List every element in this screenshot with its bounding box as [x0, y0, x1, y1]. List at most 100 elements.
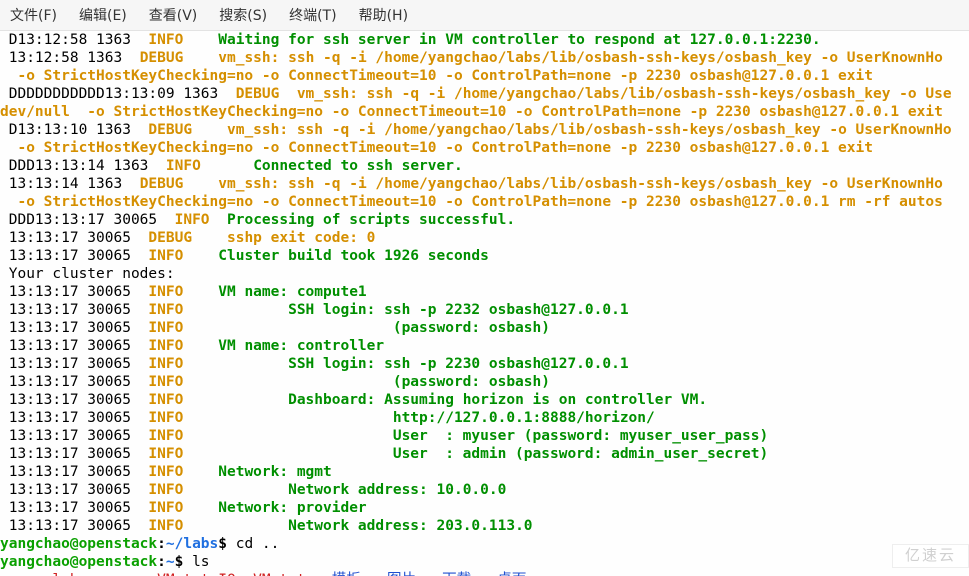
log-message: Network address: 203.0.113.0: [288, 518, 532, 534]
log-message: -o StrictHostKeyChecking=no -o ConnectTi…: [0, 140, 873, 156]
terminal-line: 13:13:17 30065 INFO Cluster build took 1…: [0, 247, 969, 265]
terminal-line: 13:13:17 30065 INFO SSH login: ssh -p 22…: [0, 355, 969, 373]
log-level: DEBUG: [140, 176, 184, 192]
terminal-line: DDDDDDDDDDD13:13:09 1363 DEBUG vm_ssh: s…: [0, 85, 969, 103]
terminal-line: D13:13:10 1363 DEBUG vm_ssh: ssh -q -i /…: [0, 121, 969, 139]
terminal-line: 13:13:17 30065 INFO VM name: compute1: [0, 283, 969, 301]
prompt-line[interactable]: yangchao@openstack:~$ ls: [0, 553, 969, 571]
terminal-line: 13:13:17 30065 INFO (password: osbash): [0, 373, 969, 391]
terminal-line: DDD13:13:14 1363 INFO Connected to ssh s…: [0, 157, 969, 175]
log-level: INFO: [148, 428, 183, 444]
terminal-line: 13:13:17 30065 INFO VM name: controller: [0, 337, 969, 355]
terminal-line: 13:13:17 30065 INFO Dashboard: Assuming …: [0, 391, 969, 409]
log-message: User : admin (password: admin_user_secre…: [393, 446, 768, 462]
menu-file[interactable]: 文件(F): [10, 7, 57, 25]
prompt-dollar: $: [218, 536, 235, 552]
log-level: INFO: [148, 284, 183, 300]
ls-output-line: labs VMstat-IO VMstat 模板 图片 下载 桌面: [0, 571, 969, 576]
log-level: INFO: [148, 374, 183, 390]
log-level: DEBUG: [148, 230, 192, 246]
terminal-line: D13:12:58 1363 INFO Waiting for ssh serv…: [0, 31, 969, 49]
log-level: INFO: [175, 212, 210, 228]
log-level: INFO: [148, 482, 183, 498]
prompt-sep: :: [157, 536, 166, 552]
menu-edit[interactable]: 编辑(E): [79, 7, 127, 25]
log-level: INFO: [148, 302, 183, 318]
terminal-line: 13:13:17 30065 INFO Network: provider: [0, 499, 969, 517]
log-level: INFO: [148, 464, 183, 480]
log-message: (password: osbash): [393, 374, 550, 390]
log-message: VM name: compute1: [218, 284, 366, 300]
terminal-line: 13:13:17 30065 INFO User : admin (passwo…: [0, 445, 969, 463]
terminal-line: -o StrictHostKeyChecking=no -o ConnectTi…: [0, 139, 969, 157]
terminal-line: DDD13:13:17 30065 INFO Processing of scr…: [0, 211, 969, 229]
prompt-cmd: ls: [192, 554, 209, 570]
log-message: dev/null -o StrictHostKeyChecking=no -o …: [0, 104, 943, 120]
log-message: Network address: 10.0.0.0: [288, 482, 506, 498]
log-message: vm_ssh: ssh -q -i /home/yangchao/labs/li…: [218, 176, 943, 192]
log-message: VM name: controller: [218, 338, 384, 354]
log-level: INFO: [148, 320, 183, 336]
log-message: vm_ssh: ssh -q -i /home/yangchao/labs/li…: [227, 122, 952, 138]
log-message: sshp exit code: 0: [227, 230, 375, 246]
terminal-line: 13:13:14 1363 DEBUG vm_ssh: ssh -q -i /h…: [0, 175, 969, 193]
log-message: Network: mgmt: [218, 464, 332, 480]
log-message: Network: provider: [218, 500, 366, 516]
log-message: (password: osbash): [393, 320, 550, 336]
log-message: Dashboard: Assuming horizon is on contro…: [288, 392, 707, 408]
log-level: INFO: [148, 356, 183, 372]
log-level: DEBUG: [236, 86, 280, 102]
terminal-line: 13:13:17 30065 INFO Network address: 203…: [0, 517, 969, 535]
log-level: INFO: [148, 248, 183, 264]
terminal-line: Your cluster nodes:: [0, 265, 969, 283]
log-level: INFO: [148, 32, 183, 48]
log-message: vm_ssh: ssh -q -i /home/yangchao/labs/li…: [218, 50, 943, 66]
log-message: SSH login: ssh -p 2230 osbash@127.0.0.1: [288, 356, 628, 372]
log-level: INFO: [148, 392, 183, 408]
log-level: INFO: [148, 338, 183, 354]
log-message: -o StrictHostKeyChecking=no -o ConnectTi…: [0, 194, 943, 210]
menu-terminal[interactable]: 终端(T): [289, 7, 336, 25]
log-level: DEBUG: [140, 50, 184, 66]
log-message: Cluster build took 1926 seconds: [218, 248, 489, 264]
menubar: 文件(F) 编辑(E) 查看(V) 搜索(S) 终端(T) 帮助(H): [0, 0, 969, 31]
log-level: INFO: [148, 500, 183, 516]
terminal-line: 13:13:17 30065 INFO (password: osbash): [0, 319, 969, 337]
terminal-line: 13:12:58 1363 DEBUG vm_ssh: ssh -q -i /h…: [0, 49, 969, 67]
log-message: http://127.0.0.1:8888/horizon/: [393, 410, 655, 426]
log-message: -o StrictHostKeyChecking=no -o ConnectTi…: [0, 68, 873, 84]
prompt-sep: :: [157, 554, 166, 570]
log-message: Connected to ssh server.: [253, 158, 463, 174]
log-level: INFO: [148, 446, 183, 462]
log-message: Waiting for ssh server in VM controller …: [218, 32, 820, 48]
menu-help[interactable]: 帮助(H): [359, 7, 408, 25]
watermark: 亿速云: [892, 544, 969, 568]
terminal-output[interactable]: D13:12:58 1363 INFO Waiting for ssh serv…: [0, 31, 969, 576]
log-level: INFO: [148, 518, 183, 534]
prompt-path: ~/labs: [166, 536, 218, 552]
terminal-line: dev/null -o StrictHostKeyChecking=no -o …: [0, 103, 969, 121]
terminal-line: 13:13:17 30065 INFO Network address: 10.…: [0, 481, 969, 499]
terminal-line: 13:13:17 30065 INFO Network: mgmt: [0, 463, 969, 481]
log-level: DEBUG: [148, 122, 192, 138]
log-message: Processing of scripts successful.: [227, 212, 515, 228]
log-message: SSH login: ssh -p 2232 osbash@127.0.0.1: [288, 302, 628, 318]
prompt-path: ~: [166, 554, 175, 570]
terminal-line: 13:13:17 30065 DEBUG sshp exit code: 0: [0, 229, 969, 247]
terminal-line: 13:13:17 30065 INFO SSH login: ssh -p 22…: [0, 301, 969, 319]
prompt-user: yangchao@openstack: [0, 554, 157, 570]
log-level: INFO: [148, 410, 183, 426]
terminal-line: -o StrictHostKeyChecking=no -o ConnectTi…: [0, 193, 969, 211]
log-level: INFO: [166, 158, 201, 174]
menu-search[interactable]: 搜索(S): [219, 7, 267, 25]
prompt-line[interactable]: yangchao@openstack:~/labs$ cd ..: [0, 535, 969, 553]
prompt-user: yangchao@openstack: [0, 536, 157, 552]
prompt-cmd: cd ..: [236, 536, 280, 552]
prompt-dollar: $: [175, 554, 192, 570]
terminal-line: -o StrictHostKeyChecking=no -o ConnectTi…: [0, 67, 969, 85]
terminal-line: 13:13:17 30065 INFO User : myuser (passw…: [0, 427, 969, 445]
log-message: User : myuser (password: myuser_user_pas…: [393, 428, 768, 444]
terminal-line: 13:13:17 30065 INFO http://127.0.0.1:888…: [0, 409, 969, 427]
log-message: vm_ssh: ssh -q -i /home/yangchao/labs/li…: [297, 86, 952, 102]
menu-view[interactable]: 查看(V): [149, 7, 198, 25]
